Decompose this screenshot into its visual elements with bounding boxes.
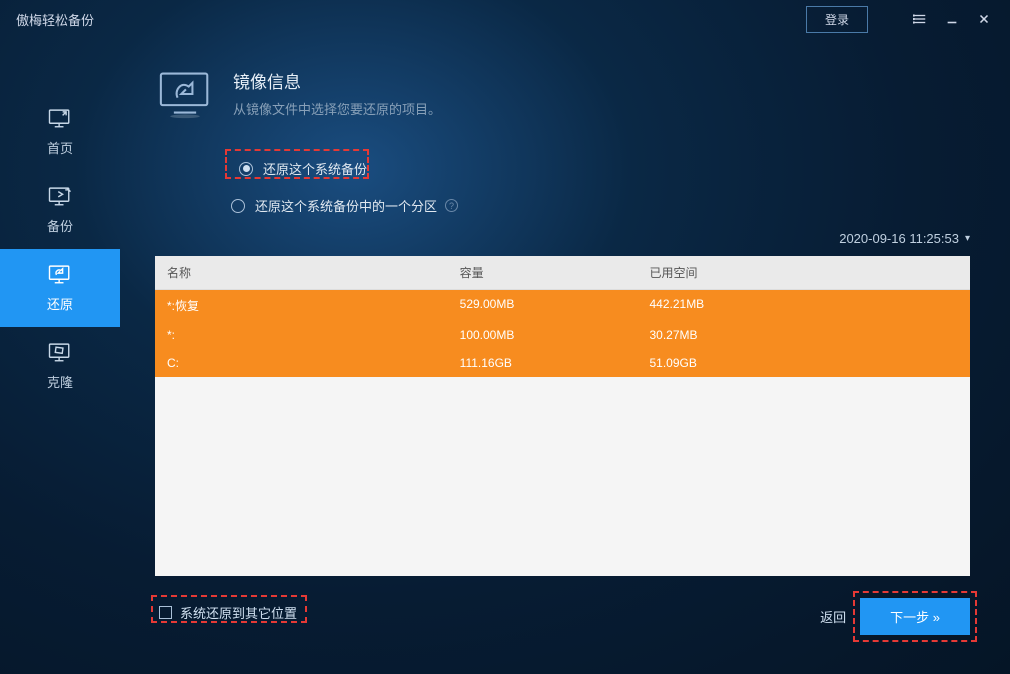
menu-icon[interactable] xyxy=(904,4,936,34)
page-title: 镜像信息 xyxy=(233,68,441,93)
chevron-down-icon: ▾ xyxy=(965,233,970,244)
radio-label: 还原这个系统备份中的一个分区 xyxy=(255,196,437,215)
backup-timestamp-selector[interactable]: 2020-09-16 11:25:53 ▾ xyxy=(155,231,970,246)
table-body: *:恢复 529.00MB 442.21MB *: 100.00MB 30.27… xyxy=(155,290,970,377)
sidebar-item-label: 克隆 xyxy=(47,372,73,391)
next-button[interactable]: 下一步 » xyxy=(860,598,970,635)
back-button[interactable]: 返回 xyxy=(820,607,846,626)
sidebar: 首页 备份 还原 克隆 xyxy=(0,38,120,674)
home-icon xyxy=(46,107,74,132)
login-button[interactable]: 登录 xyxy=(806,6,868,33)
checkbox-label: 系统还原到其它位置 xyxy=(180,603,297,622)
table-row[interactable]: C: 111.16GB 51.09GB xyxy=(155,349,970,377)
table-header: 名称 容量 已用空间 xyxy=(155,256,970,290)
close-icon[interactable] xyxy=(968,4,1000,34)
restore-options: 还原这个系统备份 还原这个系统备份中的一个分区 ? xyxy=(231,153,970,215)
page-subtitle: 从镜像文件中选择您要还原的项目。 xyxy=(233,99,441,118)
minimize-icon[interactable] xyxy=(936,4,968,34)
page-header: 镜像信息 从镜像文件中选择您要还原的项目。 xyxy=(155,68,970,125)
clone-icon xyxy=(46,341,74,366)
checkbox-icon xyxy=(159,606,172,619)
help-icon[interactable]: ? xyxy=(445,199,458,212)
radio-label: 还原这个系统备份 xyxy=(263,159,367,178)
sidebar-item-label: 首页 xyxy=(47,138,73,157)
sidebar-item-home[interactable]: 首页 xyxy=(0,93,120,171)
col-header-name: 名称 xyxy=(167,264,460,281)
titlebar-controls: 登录 xyxy=(806,4,1000,34)
sidebar-item-label: 还原 xyxy=(47,294,73,313)
radio-full-restore[interactable]: 还原这个系统备份 xyxy=(231,153,970,184)
sidebar-item-clone[interactable]: 克隆 xyxy=(0,327,120,405)
footer-row: 系统还原到其它位置 返回 下一步 » xyxy=(155,590,970,635)
radio-icon xyxy=(239,162,253,176)
content-area: 镜像信息 从镜像文件中选择您要还原的项目。 还原这个系统备份 还原这个系统备份中… xyxy=(120,38,1010,674)
restore-other-location-checkbox[interactable]: 系统还原到其它位置 xyxy=(155,597,307,628)
image-info-icon xyxy=(155,68,215,125)
radio-icon xyxy=(231,199,245,213)
timestamp-text: 2020-09-16 11:25:53 xyxy=(839,231,959,246)
radio-partition-restore[interactable]: 还原这个系统备份中的一个分区 ? xyxy=(231,196,970,215)
sidebar-item-backup[interactable]: 备份 xyxy=(0,171,120,249)
footer-buttons: 返回 下一步 » xyxy=(820,598,970,635)
col-header-size: 容量 xyxy=(460,264,650,281)
backup-icon xyxy=(46,185,74,210)
app-title: 傲梅轻松备份 xyxy=(16,10,94,29)
sidebar-item-label: 备份 xyxy=(47,216,73,235)
table-row[interactable]: *: 100.00MB 30.27MB xyxy=(155,321,970,349)
sidebar-item-restore[interactable]: 还原 xyxy=(0,249,120,327)
titlebar: 傲梅轻松备份 登录 xyxy=(0,0,1010,38)
col-header-used: 已用空间 xyxy=(649,264,958,281)
table-row[interactable]: *:恢复 529.00MB 442.21MB xyxy=(155,290,970,321)
restore-icon xyxy=(46,263,74,288)
partition-table: 名称 容量 已用空间 *:恢复 529.00MB 442.21MB *: 100… xyxy=(155,256,970,576)
